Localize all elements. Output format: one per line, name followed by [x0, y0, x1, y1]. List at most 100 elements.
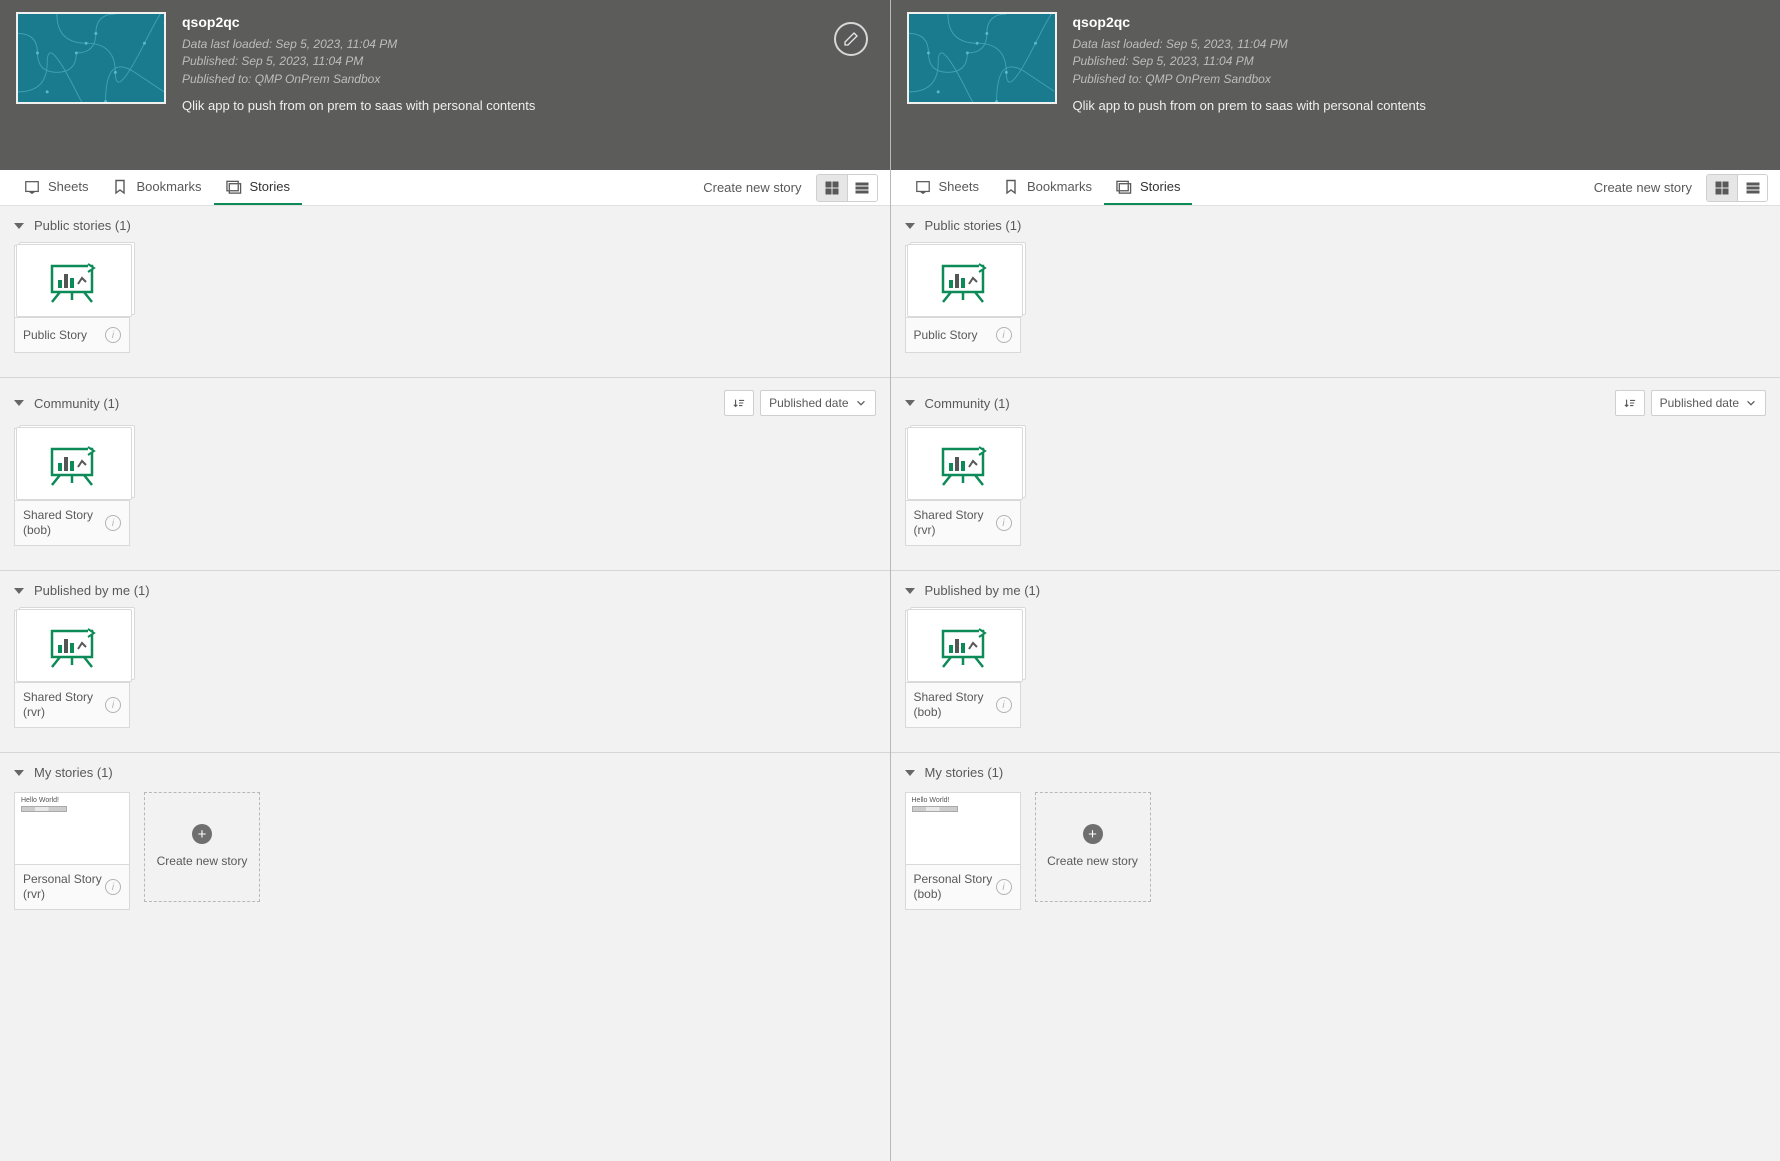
collapse-icon	[905, 223, 915, 229]
section-header[interactable]: Published by me (1)	[891, 571, 1780, 610]
collapse-icon	[14, 223, 24, 229]
tab-sheets[interactable]: Sheets	[903, 170, 991, 205]
sort-direction-button[interactable]	[1615, 390, 1645, 416]
card-title: Shared Story (bob)	[23, 508, 105, 538]
card-thumbnail	[14, 610, 130, 682]
section-title: Published by me (1)	[34, 583, 150, 598]
tab-sheets[interactable]: Sheets	[12, 170, 100, 205]
section-public: Public stories (1) Public Storyi	[891, 206, 1780, 377]
info-icon[interactable]: i	[105, 697, 121, 713]
card-title: Shared Story (rvr)	[914, 508, 996, 538]
info-icon[interactable]: i	[105, 515, 121, 531]
section-community: Community (1) Published date Shared Stor…	[891, 377, 1780, 570]
info-icon[interactable]: i	[105, 327, 121, 343]
pane-left: qsop2qc Data last loaded: Sep 5, 2023, 1…	[0, 0, 891, 1161]
collapse-icon	[905, 400, 915, 406]
section-header[interactable]: Community (1) Published date	[891, 378, 1780, 428]
card-title: Shared Story (rvr)	[23, 690, 105, 720]
section-my-stories: My stories (1) Hello World! Personal Sto…	[0, 752, 890, 934]
app-thumbnail	[907, 12, 1057, 104]
info-icon[interactable]: i	[996, 515, 1012, 531]
story-card[interactable]: Shared Story (bob)i	[14, 428, 130, 546]
story-card[interactable]: Shared Story (bob)i	[905, 610, 1021, 728]
card-title: Public Story	[914, 328, 996, 343]
info-icon[interactable]: i	[996, 879, 1012, 895]
section-my-stories: My stories (1) Hello World! Personal Sto…	[891, 752, 1780, 934]
sort-field-dropdown[interactable]: Published date	[1651, 390, 1766, 416]
tab-bookmarks[interactable]: Bookmarks	[991, 170, 1104, 205]
section-header[interactable]: Community (1) Published date	[0, 378, 890, 428]
tab-bookmarks[interactable]: Bookmarks	[100, 170, 213, 205]
list-view-button[interactable]	[1737, 175, 1767, 201]
sort-label: Published date	[769, 396, 848, 410]
create-story-link[interactable]: Create new story	[1580, 180, 1706, 195]
sort-direction-button[interactable]	[724, 390, 754, 416]
app-description: Qlik app to push from on prem to saas wi…	[1073, 98, 1765, 113]
list-view-button[interactable]	[847, 175, 877, 201]
story-card[interactable]: Public Storyi	[14, 245, 130, 353]
card-thumbnail: Hello World!	[14, 792, 130, 864]
app-title: qsop2qc	[182, 14, 874, 30]
tab-label: Bookmarks	[1027, 179, 1092, 194]
app-meta-publishedto: Published to: QMP OnPrem Sandbox	[1073, 71, 1765, 88]
sort-field-dropdown[interactable]: Published date	[760, 390, 875, 416]
create-label: Create new story	[1047, 854, 1138, 870]
section-published-by-me: Published by me (1) Shared Story (rvr)i	[0, 570, 890, 752]
collapse-icon	[905, 588, 915, 594]
hello-text: Hello World!	[21, 797, 59, 804]
collapse-icon	[905, 770, 915, 776]
card-thumbnail	[14, 428, 130, 500]
section-header[interactable]: My stories (1)	[891, 753, 1780, 792]
hello-text: Hello World!	[912, 797, 950, 804]
tab-stories[interactable]: Stories	[214, 170, 302, 205]
edit-button[interactable]	[834, 22, 868, 56]
app-header: qsop2qc Data last loaded: Sep 5, 2023, 1…	[891, 0, 1780, 170]
app-meta-publishedto: Published to: QMP OnPrem Sandbox	[182, 71, 874, 88]
card-title: Personal Story (rvr)	[23, 872, 105, 902]
story-card[interactable]: Hello World! Personal Story (bob)i	[905, 792, 1021, 910]
section-title: Community (1)	[925, 396, 1010, 411]
plus-icon: +	[192, 824, 212, 844]
info-icon[interactable]: i	[996, 327, 1012, 343]
card-thumbnail	[905, 428, 1021, 500]
section-title: My stories (1)	[34, 765, 113, 780]
tab-bar: Sheets Bookmarks Stories Create new stor…	[891, 170, 1780, 206]
section-header[interactable]: Published by me (1)	[0, 571, 890, 610]
info-icon[interactable]: i	[996, 697, 1012, 713]
info-icon[interactable]: i	[105, 879, 121, 895]
content-area: Public stories (1) Public Storyi Communi…	[0, 206, 890, 1161]
section-header[interactable]: Public stories (1)	[0, 206, 890, 245]
create-story-link[interactable]: Create new story	[689, 180, 815, 195]
card-title: Personal Story (bob)	[914, 872, 996, 902]
grid-view-button[interactable]	[817, 175, 847, 201]
collapse-icon	[14, 770, 24, 776]
card-thumbnail	[905, 610, 1021, 682]
story-card[interactable]: Shared Story (rvr)i	[14, 610, 130, 728]
section-title: Public stories (1)	[925, 218, 1022, 233]
app-meta-published: Published: Sep 5, 2023, 11:04 PM	[182, 53, 874, 70]
tab-label: Sheets	[939, 179, 979, 194]
tab-stories[interactable]: Stories	[1104, 170, 1192, 205]
section-title: Published by me (1)	[925, 583, 1041, 598]
app-meta-loaded: Data last loaded: Sep 5, 2023, 11:04 PM	[1073, 36, 1765, 53]
tab-label: Bookmarks	[136, 179, 201, 194]
card-title: Public Story	[23, 328, 105, 343]
create-story-card[interactable]: + Create new story	[1035, 792, 1151, 902]
app-thumbnail	[16, 12, 166, 104]
content-area: Public stories (1) Public Storyi Communi…	[891, 206, 1780, 1161]
section-header[interactable]: My stories (1)	[0, 753, 890, 792]
section-title: My stories (1)	[925, 765, 1004, 780]
section-header[interactable]: Public stories (1)	[891, 206, 1780, 245]
story-card[interactable]: Public Storyi	[905, 245, 1021, 353]
card-title: Shared Story (bob)	[914, 690, 996, 720]
create-story-card[interactable]: + Create new story	[144, 792, 260, 902]
plus-icon: +	[1083, 824, 1103, 844]
app-meta-loaded: Data last loaded: Sep 5, 2023, 11:04 PM	[182, 36, 874, 53]
pane-right: qsop2qc Data last loaded: Sep 5, 2023, 1…	[891, 0, 1780, 1161]
story-card[interactable]: Hello World! Personal Story (rvr)i	[14, 792, 130, 910]
story-card[interactable]: Shared Story (rvr)i	[905, 428, 1021, 546]
app-meta-published: Published: Sep 5, 2023, 11:04 PM	[1073, 53, 1765, 70]
grid-view-button[interactable]	[1707, 175, 1737, 201]
section-title: Community (1)	[34, 396, 119, 411]
view-toggle	[816, 174, 878, 202]
